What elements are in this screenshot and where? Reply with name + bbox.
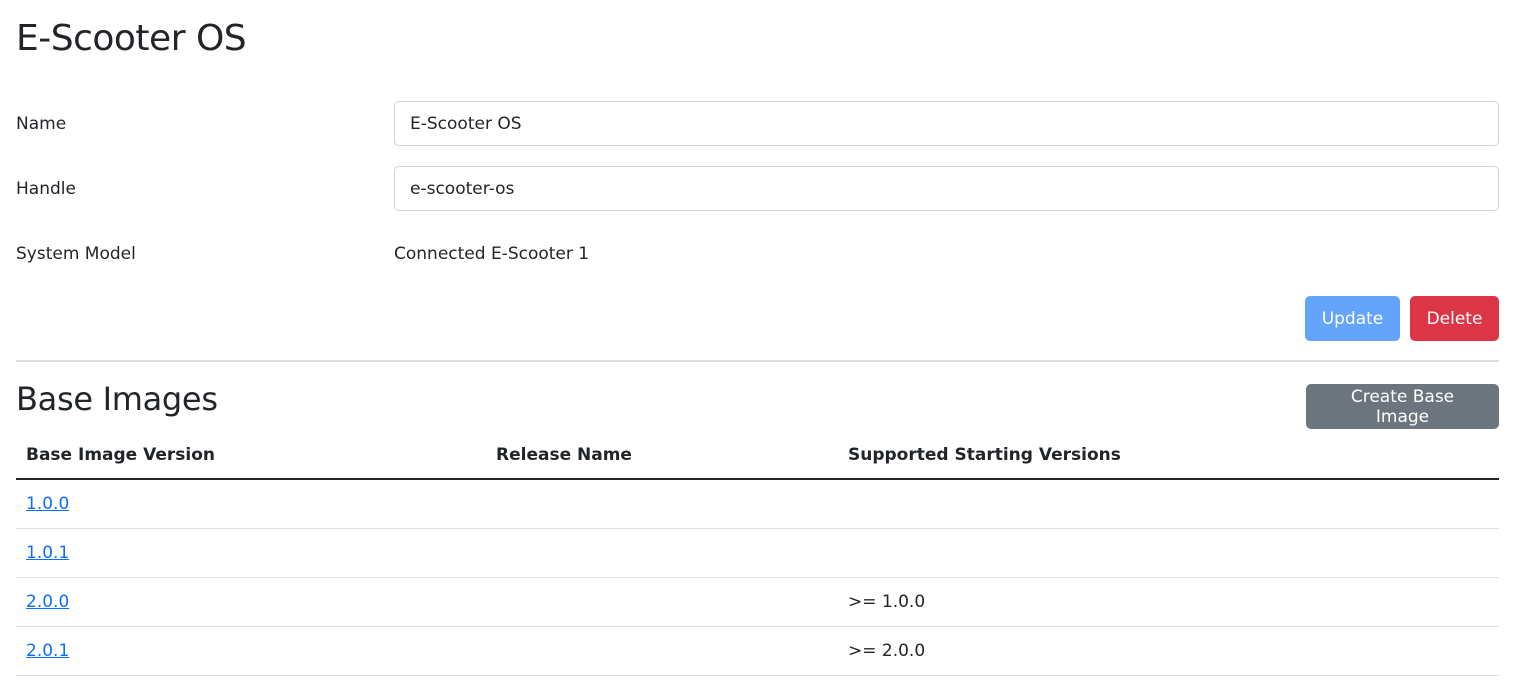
version-link[interactable]: 1.0.1 xyxy=(26,543,69,563)
table-row: 2.0.0 >= 1.0.0 xyxy=(16,577,1499,627)
handle-label: Handle xyxy=(16,178,76,199)
version-link[interactable]: 2.0.1 xyxy=(26,641,69,661)
delete-button[interactable]: Delete xyxy=(1410,296,1499,341)
release-name-cell xyxy=(486,479,838,529)
release-name-cell xyxy=(486,626,838,676)
system-model-label: System Model xyxy=(16,243,136,264)
release-name-cell xyxy=(486,528,838,578)
column-header-release-name[interactable]: Release Name xyxy=(486,431,838,480)
create-base-image-button[interactable]: Create Base Image xyxy=(1306,384,1499,429)
table-row: 1.0.1 xyxy=(16,528,1499,578)
update-button[interactable]: Update xyxy=(1305,296,1400,341)
base-images-title: Base Images xyxy=(16,380,218,418)
name-input[interactable] xyxy=(394,101,1499,146)
column-header-supported-versions[interactable]: Supported Starting Versions xyxy=(838,431,1499,480)
version-link[interactable]: 1.0.0 xyxy=(26,494,69,514)
handle-input[interactable] xyxy=(394,166,1499,211)
system-model-value: Connected E-Scooter 1 xyxy=(394,243,590,264)
table-row: 1.0.0 xyxy=(16,479,1499,529)
table-row: 2.0.1 >= 2.0.0 xyxy=(16,626,1499,676)
supported-versions-cell xyxy=(838,479,1499,529)
page-title: E-Scooter OS xyxy=(16,18,247,59)
handle-row: Handle xyxy=(16,166,1499,211)
supported-versions-cell: >= 1.0.0 xyxy=(838,577,1499,627)
name-label: Name xyxy=(16,113,67,134)
supported-versions-cell xyxy=(838,528,1499,578)
column-header-version[interactable]: Base Image Version xyxy=(16,431,486,480)
table-header-row: Base Image Version Release Name Supporte… xyxy=(16,431,1499,480)
release-name-cell xyxy=(486,577,838,627)
section-divider xyxy=(16,360,1499,362)
base-images-table: Base Image Version Release Name Supporte… xyxy=(16,431,1499,676)
supported-versions-cell: >= 2.0.0 xyxy=(838,626,1499,676)
system-model-row: System Model Connected E-Scooter 1 xyxy=(16,231,1499,276)
version-link[interactable]: 2.0.0 xyxy=(26,592,69,612)
name-row: Name xyxy=(16,101,1499,146)
